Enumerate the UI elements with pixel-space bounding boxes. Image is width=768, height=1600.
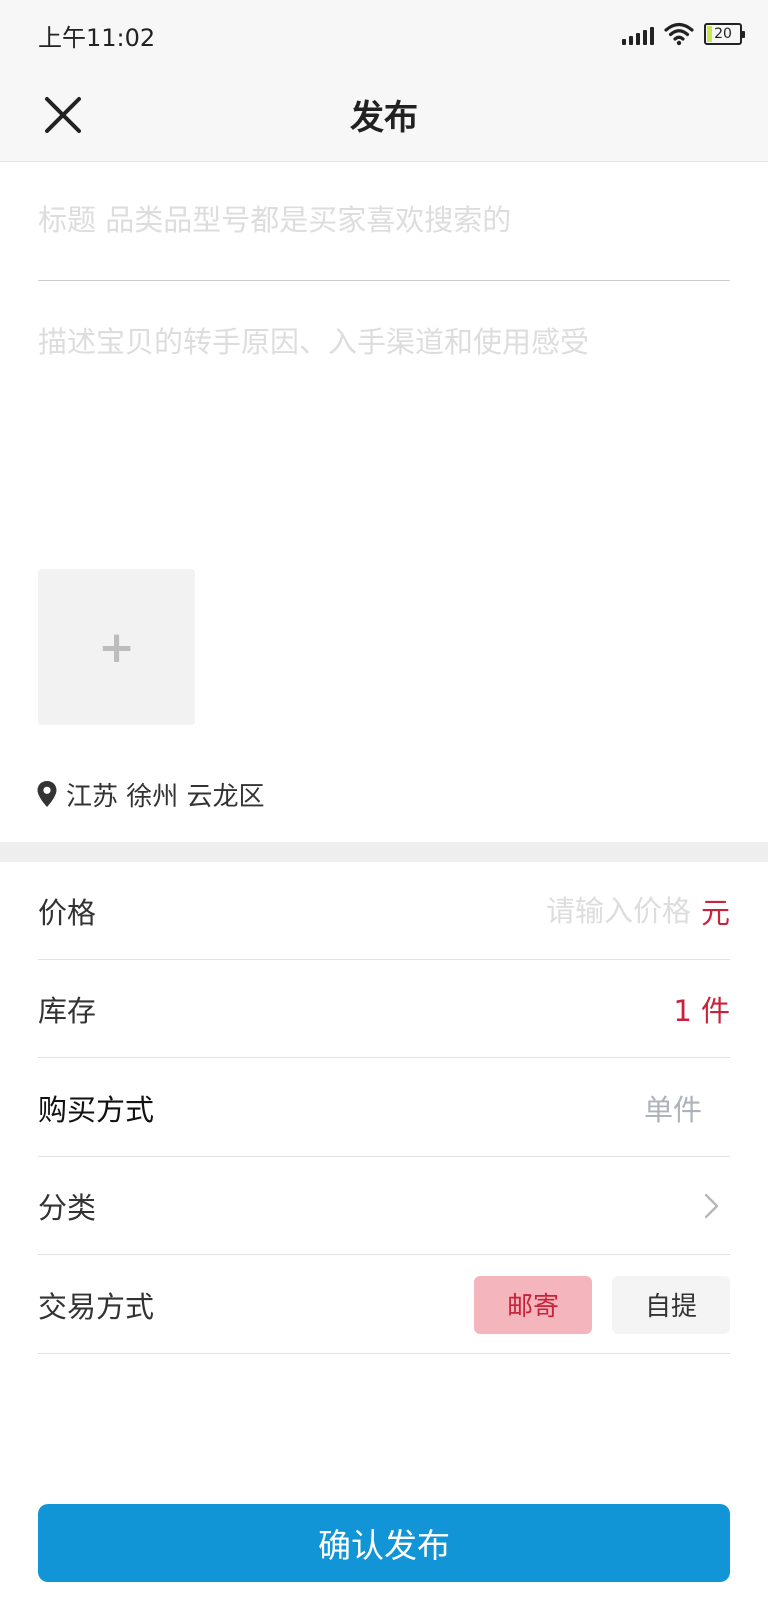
chevron-right-icon[interactable]	[698, 1191, 724, 1221]
trade-option-pickup[interactable]: 自提	[612, 1275, 730, 1334]
location-pin-icon	[37, 781, 57, 807]
category-label: 分类	[38, 1190, 97, 1225]
stock-row[interactable]: 库存 1 件	[38, 960, 730, 1058]
section-divider	[0, 842, 768, 862]
trade-option-mail[interactable]: 邮寄	[474, 1275, 592, 1334]
price-input[interactable]	[510, 893, 691, 928]
trade-method-row: 交易方式 邮寄 自提	[38, 1256, 730, 1354]
title-input[interactable]	[38, 196, 730, 244]
purchase-method-row[interactable]: 购买方式 单件	[38, 1059, 730, 1157]
price-row: 价格 元	[38, 862, 730, 960]
battery-level: 20	[714, 26, 732, 42]
nav-bar: 发布	[0, 68, 768, 162]
purchase-method-value[interactable]: 单件	[644, 1087, 702, 1129]
title-divider	[38, 280, 730, 281]
status-icons: 20	[622, 20, 745, 48]
stock-value[interactable]: 1 件	[673, 988, 730, 1030]
purchase-method-label: 购买方式	[38, 1092, 155, 1127]
battery-icon: 20	[704, 23, 745, 45]
wifi-icon	[664, 22, 694, 46]
add-image-button[interactable]: +	[38, 569, 195, 725]
location-text: 江苏 徐州 云龙区	[66, 781, 265, 812]
description-input[interactable]	[38, 318, 730, 538]
location[interactable]: 江苏 徐州 云龙区	[36, 776, 265, 812]
plus-icon: +	[98, 621, 135, 673]
confirm-publish-button[interactable]: 确认发布	[38, 1504, 730, 1582]
price-unit: 元	[700, 895, 730, 930]
signal-icon	[622, 23, 654, 45]
status-time: 上午11:02	[38, 24, 156, 52]
status-bar: 上午11:02 20	[0, 0, 768, 68]
trade-method-label: 交易方式	[38, 1289, 155, 1324]
category-row[interactable]: 分类	[38, 1157, 730, 1255]
price-label: 价格	[38, 895, 97, 930]
stock-label: 库存	[38, 993, 97, 1028]
page-title: 发布	[350, 98, 418, 138]
